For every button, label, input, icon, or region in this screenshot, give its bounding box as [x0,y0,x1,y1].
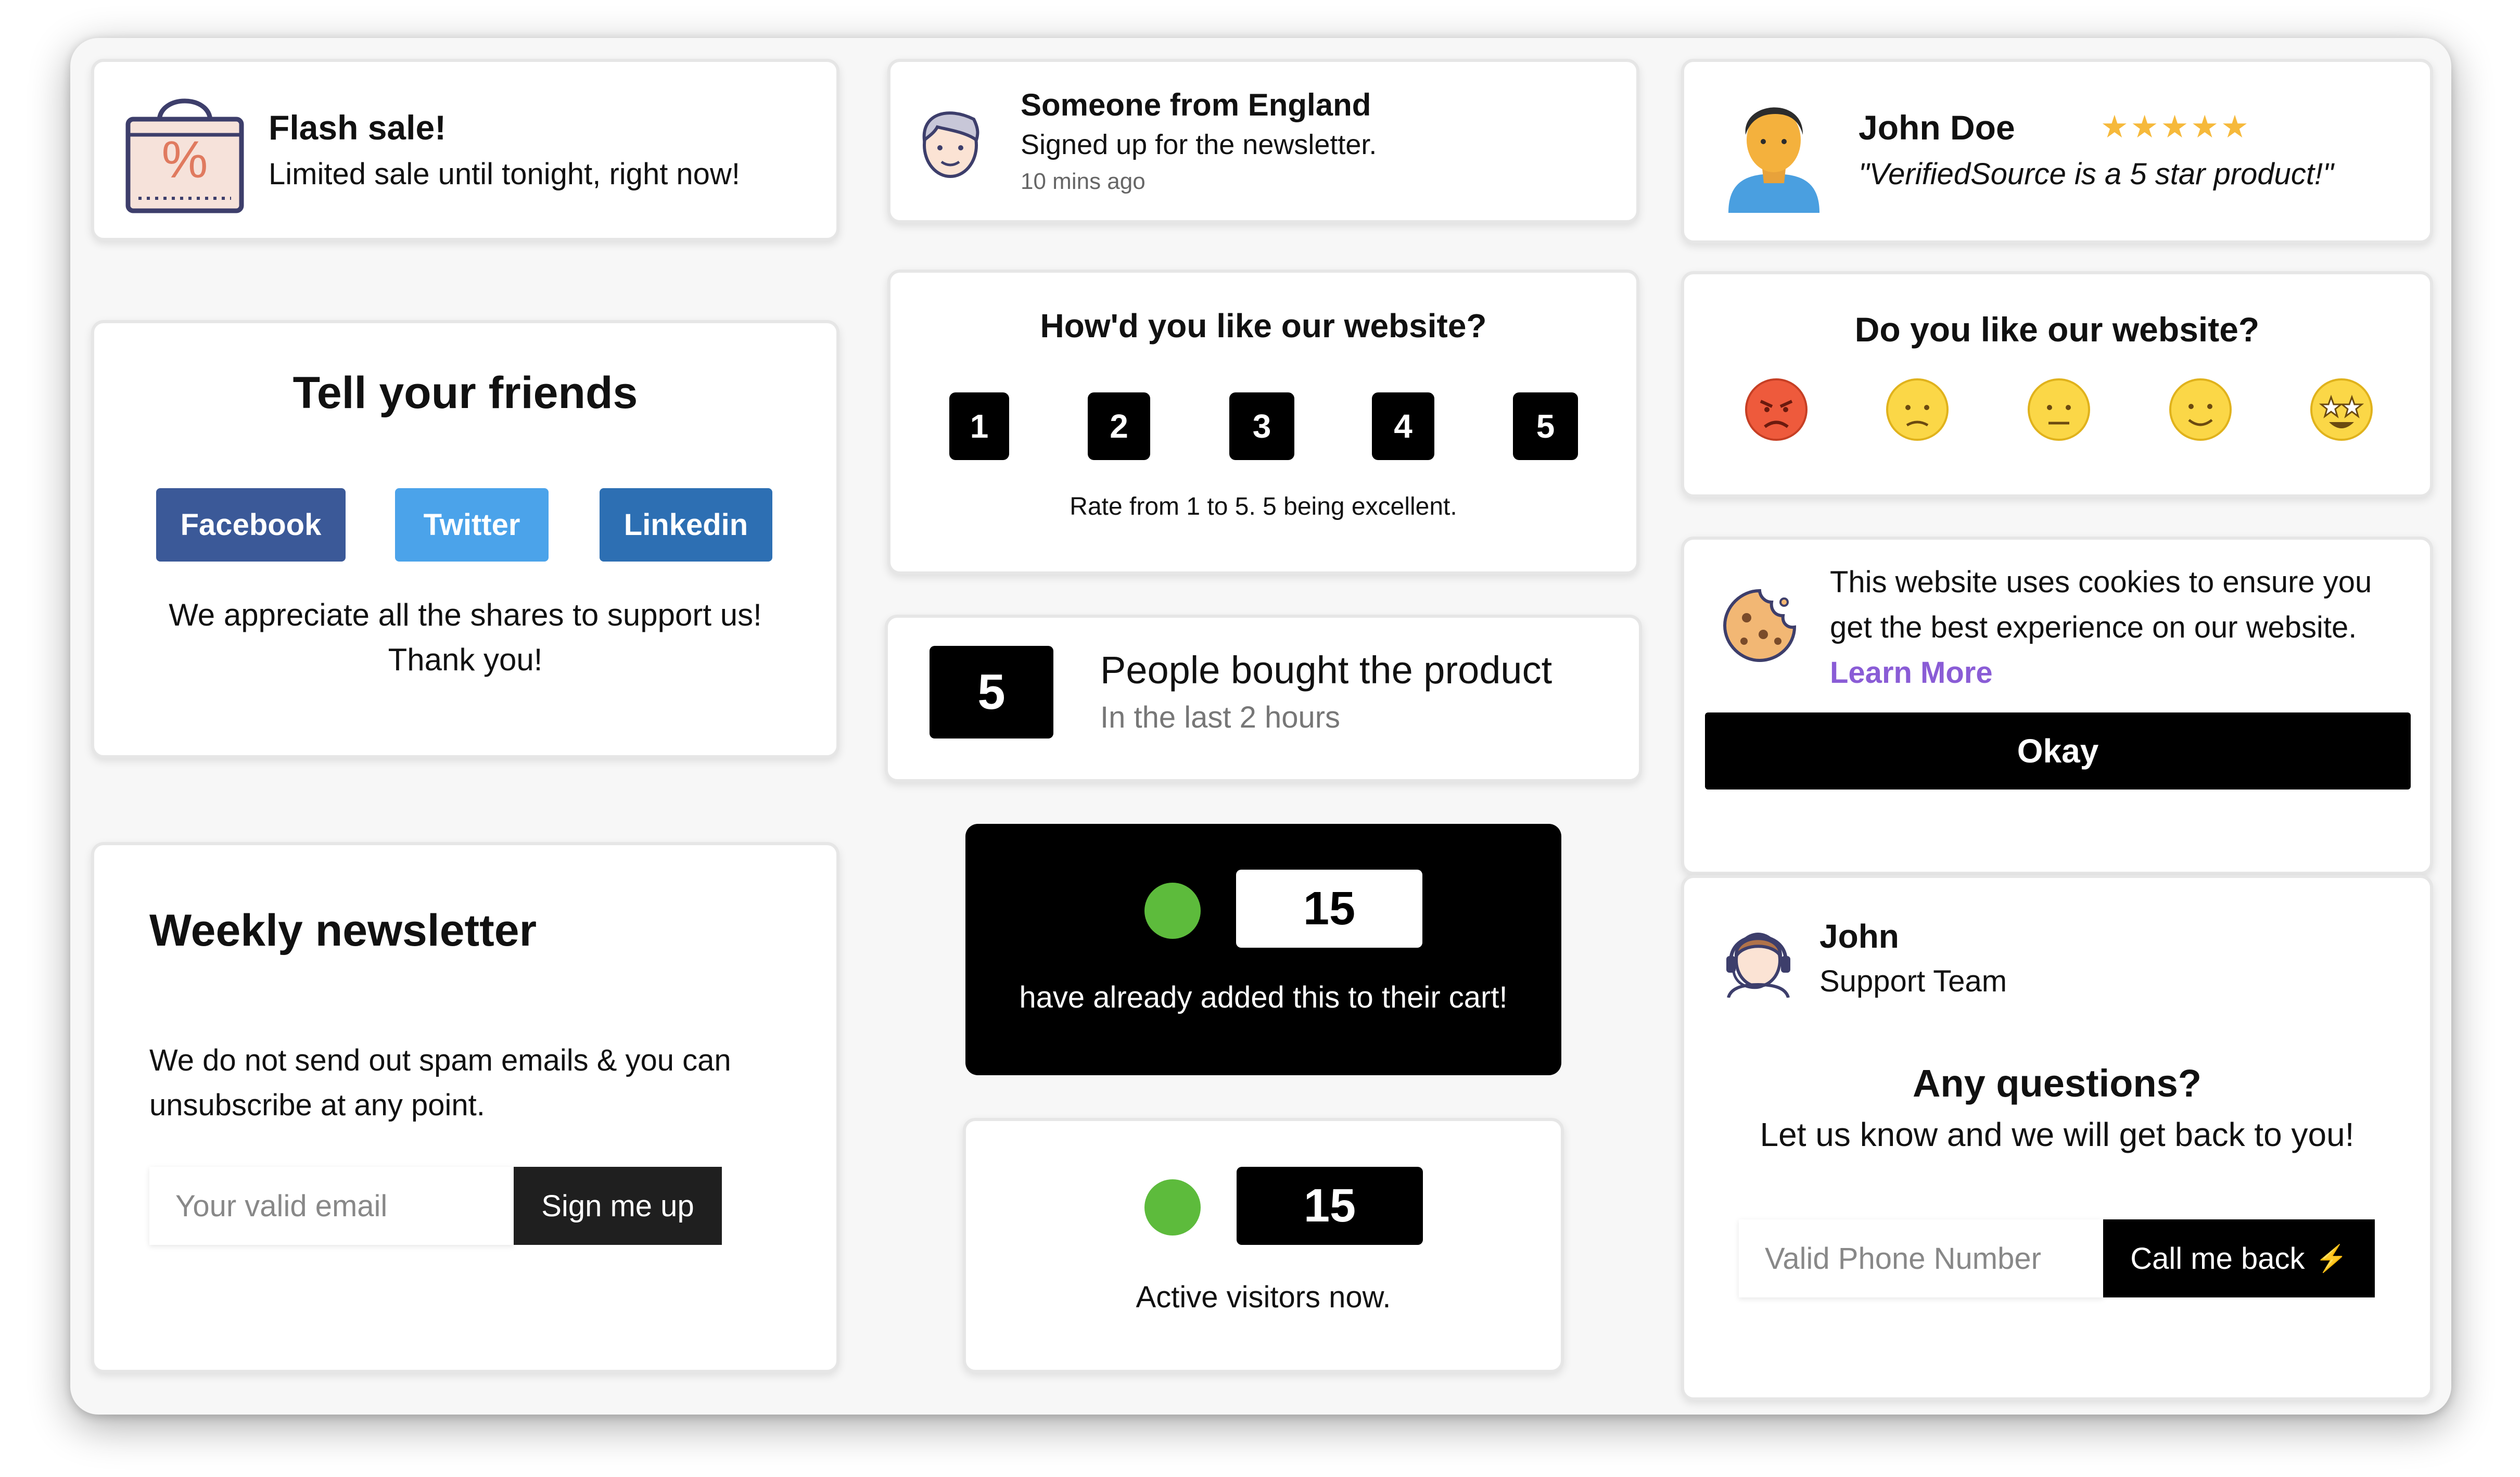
neutral-face-icon[interactable] [2027,377,2091,442]
emoji-rating-card: Do you like our website? [1681,271,2433,498]
phone-input[interactable]: Valid Phone Number [1739,1219,2103,1297]
flash-sale-title: Flash sale! [269,108,447,147]
shopping-bag-icon: % [125,98,244,213]
app-window: % Flash sale! Limited sale until tonight… [70,38,2451,1415]
share-card: Tell your friends Facebook Twitter Linke… [91,320,839,758]
email-input[interactable]: Your valid email [149,1167,514,1245]
share-thanks: Thank you! [388,642,543,677]
rating-caption: Rate from 1 to 5. 5 being excellent. [1070,493,1457,520]
call-me-back-label: Call me back [2130,1241,2305,1276]
rating-option-3[interactable]: 3 [1229,392,1294,460]
rating-option-1[interactable]: 1 [949,392,1009,460]
sad-face-icon[interactable] [1885,377,1950,442]
signup-time: 10 mins ago [1021,169,1146,194]
cart-status-dot [1144,883,1201,939]
signup-title: Someone from England [1021,87,1371,122]
rating-option-2[interactable]: 2 [1088,392,1150,460]
rating-option-4[interactable]: 4 [1372,392,1434,460]
newsletter-text-1: We do not send out spam emails & you can [149,1043,731,1077]
review-quote: "VerifiedSource is a 5 star product!" [1859,157,2334,191]
newsletter-text-2: unsubscribe at any point. [149,1088,485,1122]
support-role: Support Team [1819,964,2007,998]
review-name: John Doe [1859,108,2015,147]
angry-face-icon[interactable] [1744,377,1809,442]
cart-card: 15 have already added this to their cart… [965,824,1561,1075]
bought-title: People bought the product [1100,648,1552,692]
visitors-status-dot [1144,1179,1201,1236]
cookie-text-2: get the best experience on our website. [1830,610,2357,644]
star-struck-face-icon[interactable] [2309,377,2374,442]
share-title: Tell your friends [292,368,638,418]
review-card: John Doe ★★★★★ "VerifiedSource is a 5 st… [1681,59,2433,244]
lightning-icon: ⚡ [2315,1243,2348,1273]
rating-card: How'd you like our website? 1 2 3 4 5 Ra… [887,270,1639,575]
man-face-icon [922,111,979,178]
bought-subtitle: In the last 2 hours [1100,701,1341,734]
signup-text: Signed up for the newsletter. [1021,129,1377,160]
support-text: Let us know and we will get back to you! [1760,1116,2354,1153]
flash-sale-card[interactable]: % Flash sale! Limited sale until tonight… [91,59,839,241]
facebook-button[interactable]: Facebook [156,488,346,562]
flash-sale-text: Limited sale until tonight, right now! [269,157,740,191]
sign-me-up-button[interactable]: Sign me up [514,1167,722,1245]
rating-question: How'd you like our website? [1040,307,1487,345]
review-stars: ★★★★★ [2101,109,2251,144]
cookie-text-1: This website uses cookies to ensure you [1830,565,2372,599]
okay-button[interactable]: Okay [1705,712,2411,790]
cart-text: have already added this to their cart! [1019,981,1508,1014]
smiling-face-icon[interactable] [2168,377,2233,442]
twitter-button[interactable]: Twitter [395,488,549,562]
learn-more-link[interactable]: Learn More [1830,655,1993,690]
call-me-back-button[interactable]: Call me back ⚡ [2103,1219,2375,1297]
emoji-question: Do you like our website? [1854,310,2260,349]
share-text: We appreciate all the shares to support … [169,597,762,632]
newsletter-card: Weekly newsletter We do not send out spa… [91,842,839,1373]
bought-count: 5 [930,646,1053,739]
signup-card: Someone from England Signed up for the n… [887,59,1639,223]
phone-placeholder: Valid Phone Number [1765,1241,2041,1276]
linkedin-button[interactable]: Linkedin [600,488,772,562]
svg-text:%: % [162,131,208,189]
newsletter-title: Weekly newsletter [149,906,537,956]
cart-count: 15 [1236,870,1422,948]
support-name: John [1819,918,1899,955]
visitors-card: 15 Active visitors now. [963,1118,1564,1373]
cookie-card: This website uses cookies to ensure you … [1681,537,2433,875]
support-question: Any questions? [1912,1062,2202,1105]
support-agent-icon [1726,933,1790,998]
rating-option-5[interactable]: 5 [1513,392,1578,460]
visitors-text: Active visitors now. [1136,1280,1391,1314]
email-placeholder: Your valid email [175,1189,388,1223]
cookie-icon [1723,589,1797,663]
support-card: John Support Team Any questions? Let us … [1681,875,2433,1400]
bought-card: 5 People bought the product In the last … [885,615,1642,782]
visitors-count: 15 [1237,1167,1423,1245]
person-avatar-icon [1728,107,1819,213]
